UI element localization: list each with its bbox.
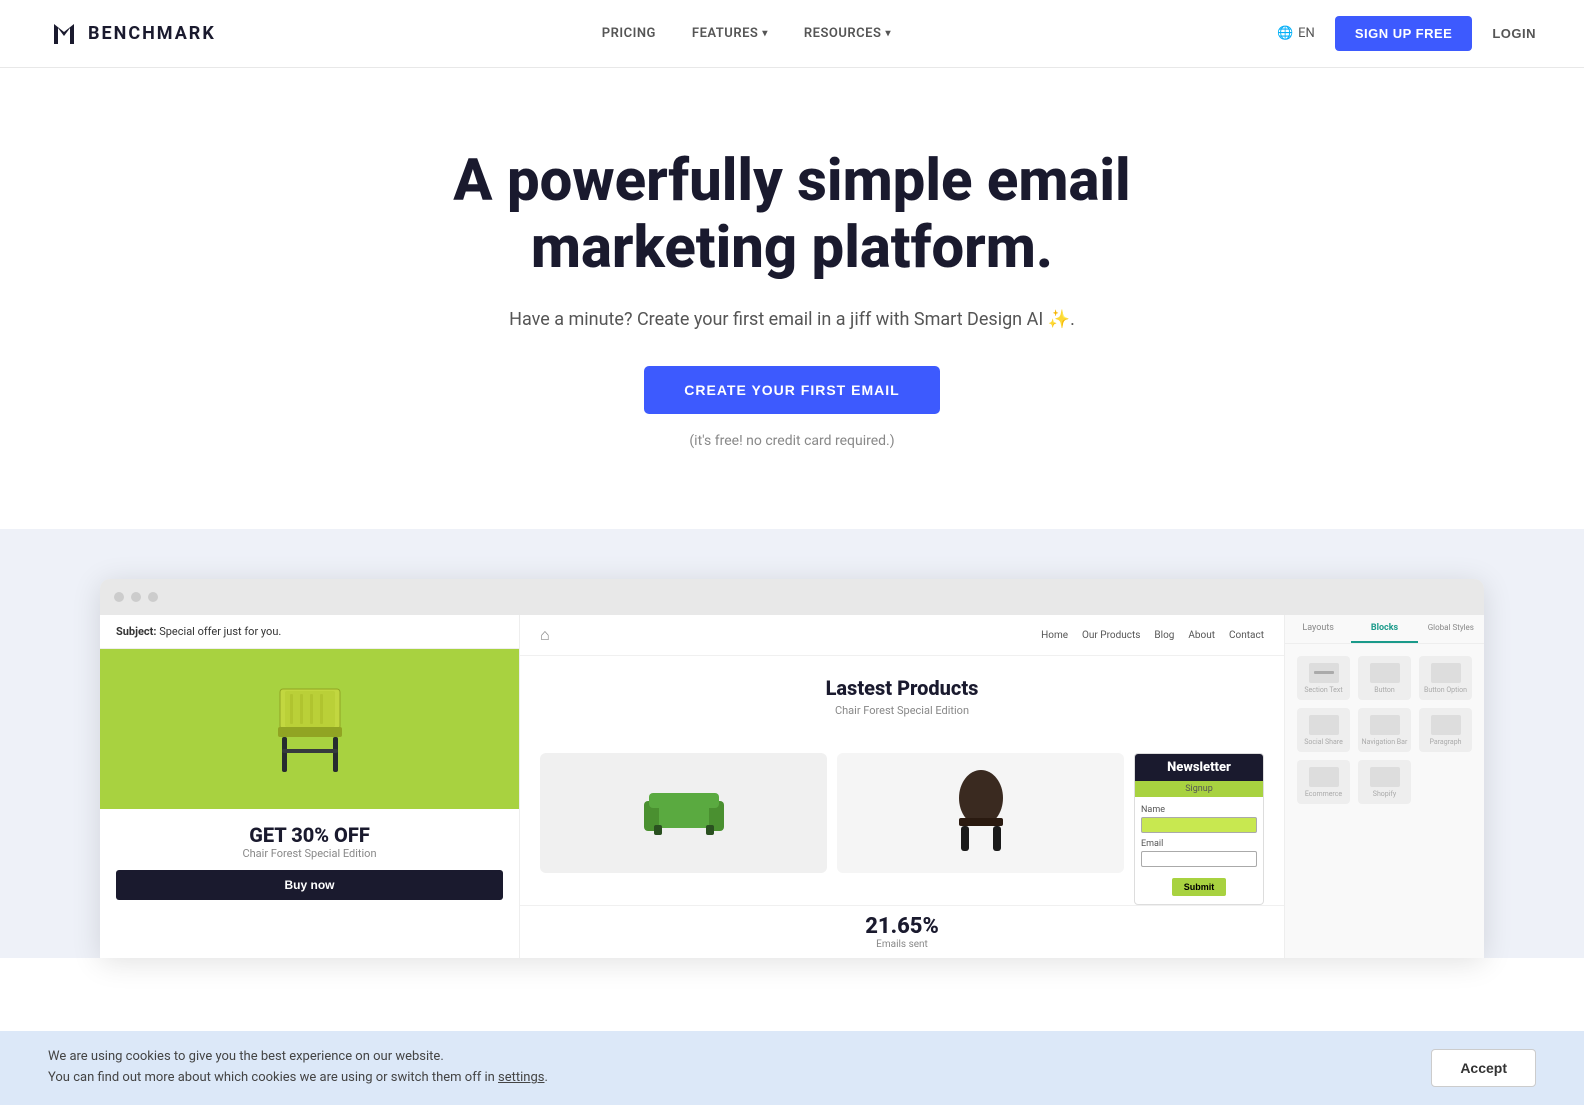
logo-icon — [48, 18, 80, 50]
block-item-button-option[interactable]: Button Option — [1419, 656, 1472, 700]
dark-chair-illustration — [951, 768, 1011, 858]
accept-cookies-button[interactable]: Accept — [1431, 1049, 1536, 1087]
site-nav-home: Home — [1041, 630, 1068, 641]
site-hero-content: Lastest Products Chair Forest Special Ed… — [520, 656, 1284, 753]
browser-frame: Subject: Special offer just for you. — [100, 579, 1484, 958]
product-card-2 — [837, 753, 1124, 873]
tab-blocks[interactable]: Blocks — [1351, 615, 1417, 643]
sofa-illustration — [644, 783, 724, 843]
language-selector[interactable]: 🌐 EN — [1277, 26, 1315, 41]
product-card-1 — [540, 753, 827, 873]
email-product-card — [100, 649, 519, 809]
logo[interactable]: BENCHMARK — [48, 18, 216, 50]
block-item-social-share[interactable]: Social Share — [1297, 708, 1350, 752]
block-item-button[interactable]: Button — [1358, 656, 1411, 700]
newsletter-widget-form: Name Email Submit — [1135, 797, 1263, 904]
newsletter-submit-button[interactable]: Submit — [1172, 878, 1227, 896]
browser-dot-2 — [131, 592, 141, 602]
block-label-social-share: Social Share — [1304, 738, 1343, 746]
logo-text: BENCHMARK — [88, 23, 216, 44]
hero-subheading: Have a minute? Create your first email i… — [40, 309, 1544, 330]
newsletter-widget: Newsletter Signup Name Email Submit — [1134, 753, 1264, 905]
cookie-text: We are using cookies to give you the bes… — [48, 1047, 548, 1089]
block-label-section-text: Section Text — [1304, 686, 1342, 694]
email-promo-section: GET 30% OFF Chair Forest Special Edition… — [100, 809, 519, 914]
site-nav-contact: Contact — [1229, 630, 1264, 641]
preview-section: Subject: Special offer just for you. — [0, 529, 1584, 958]
website-preview-panel: ⌂ Home Our Products Blog About Contact L… — [520, 615, 1284, 958]
email-promo-sub: Chair Forest Special Edition — [116, 847, 503, 860]
block-label-nav-bar: Navigation Bar — [1362, 738, 1408, 746]
hero-headline: A powerfully simple email marketing plat… — [442, 148, 1142, 281]
resources-chevron-icon: ▾ — [885, 28, 891, 39]
block-item-paragraph[interactable]: Paragraph — [1419, 708, 1472, 752]
newsletter-name-input — [1141, 817, 1257, 833]
signup-button[interactable]: SIGN UP FREE — [1335, 16, 1473, 51]
block-item-ecommerce[interactable]: Ecommerce — [1297, 760, 1350, 804]
tab-layouts[interactable]: Layouts — [1285, 615, 1351, 643]
browser-bar — [100, 579, 1484, 615]
site-nav-products: Our Products — [1082, 630, 1140, 641]
newsletter-email-label: Email — [1141, 839, 1257, 849]
site-hero-title: Lastest Products — [540, 676, 1264, 700]
newsletter-widget-sub: Signup — [1135, 781, 1263, 797]
block-item-nav-bar[interactable]: Navigation Bar — [1358, 708, 1411, 752]
newsletter-name-label: Name — [1141, 805, 1257, 815]
stats-label: Emails sent — [540, 939, 1264, 950]
newsletter-email-input — [1141, 851, 1257, 867]
blocks-grid: Section Text Button Button Option Social… — [1285, 644, 1484, 816]
email-subject-bar: Subject: Special offer just for you. — [100, 615, 519, 649]
email-buynow-button[interactable]: Buy now — [116, 870, 503, 900]
site-products-row: Newsletter Signup Name Email Submit — [520, 753, 1284, 905]
features-chevron-icon: ▾ — [762, 28, 768, 39]
block-item-section-text[interactable]: Section Text — [1297, 656, 1350, 700]
newsletter-widget-title: Newsletter — [1135, 754, 1263, 781]
create-email-button[interactable]: CREATE YOUR FIRST EMAIL — [644, 366, 939, 414]
hero-note: (it's free! no credit card required.) — [689, 433, 894, 449]
hero-section: A powerfully simple email marketing plat… — [0, 68, 1584, 509]
chair-illustration — [260, 669, 360, 789]
block-label-paragraph: Paragraph — [1430, 738, 1462, 746]
nav-resources[interactable]: RESOURCES ▾ — [804, 26, 891, 41]
block-item-shopify[interactable]: Shopify — [1358, 760, 1411, 804]
site-home-icon: ⌂ — [540, 625, 550, 645]
site-nav-blog: Blog — [1154, 630, 1174, 641]
navbar: BENCHMARK PRICING FEATURES ▾ RESOURCES ▾… — [0, 0, 1584, 68]
nav-right: 🌐 EN SIGN UP FREE LOGIN — [1277, 16, 1536, 51]
email-promo-title: GET 30% OFF — [116, 823, 503, 847]
block-label-ecommerce: Ecommerce — [1305, 790, 1342, 798]
tab-global-styles[interactable]: Global Styles — [1418, 615, 1484, 643]
browser-dot-1 — [114, 592, 124, 602]
blocks-tab-bar: Layouts Blocks Global Styles — [1285, 615, 1484, 644]
stats-bar: 21.65% Emails sent — [520, 905, 1284, 958]
stats-number: 21.65% — [540, 914, 1264, 939]
globe-icon: 🌐 — [1277, 26, 1293, 41]
site-nav-links: Home Our Products Blog About Contact — [1041, 630, 1264, 641]
cookie-settings-link[interactable]: settings — [498, 1070, 544, 1085]
browser-dot-3 — [148, 592, 158, 602]
nav-features[interactable]: FEATURES ▾ — [692, 26, 768, 41]
cookie-banner: We are using cookies to give you the bes… — [0, 1031, 1584, 1105]
site-nav-bar: ⌂ Home Our Products Blog About Contact — [520, 615, 1284, 656]
block-label-button: Button — [1374, 686, 1395, 694]
block-label-shopify: Shopify — [1373, 790, 1396, 798]
nav-links: PRICING FEATURES ▾ RESOURCES ▾ — [602, 26, 891, 41]
blocks-panel: Layouts Blocks Global Styles Section Te — [1284, 615, 1484, 958]
email-preview-panel: Subject: Special offer just for you. — [100, 615, 520, 958]
site-hero-sub: Chair Forest Special Edition — [540, 704, 1264, 717]
block-label-button-option: Button Option — [1424, 686, 1467, 694]
nav-pricing[interactable]: PRICING — [602, 26, 656, 41]
site-nav-about: About — [1188, 630, 1215, 641]
browser-content: Subject: Special offer just for you. — [100, 615, 1484, 958]
login-button[interactable]: LOGIN — [1492, 26, 1536, 41]
